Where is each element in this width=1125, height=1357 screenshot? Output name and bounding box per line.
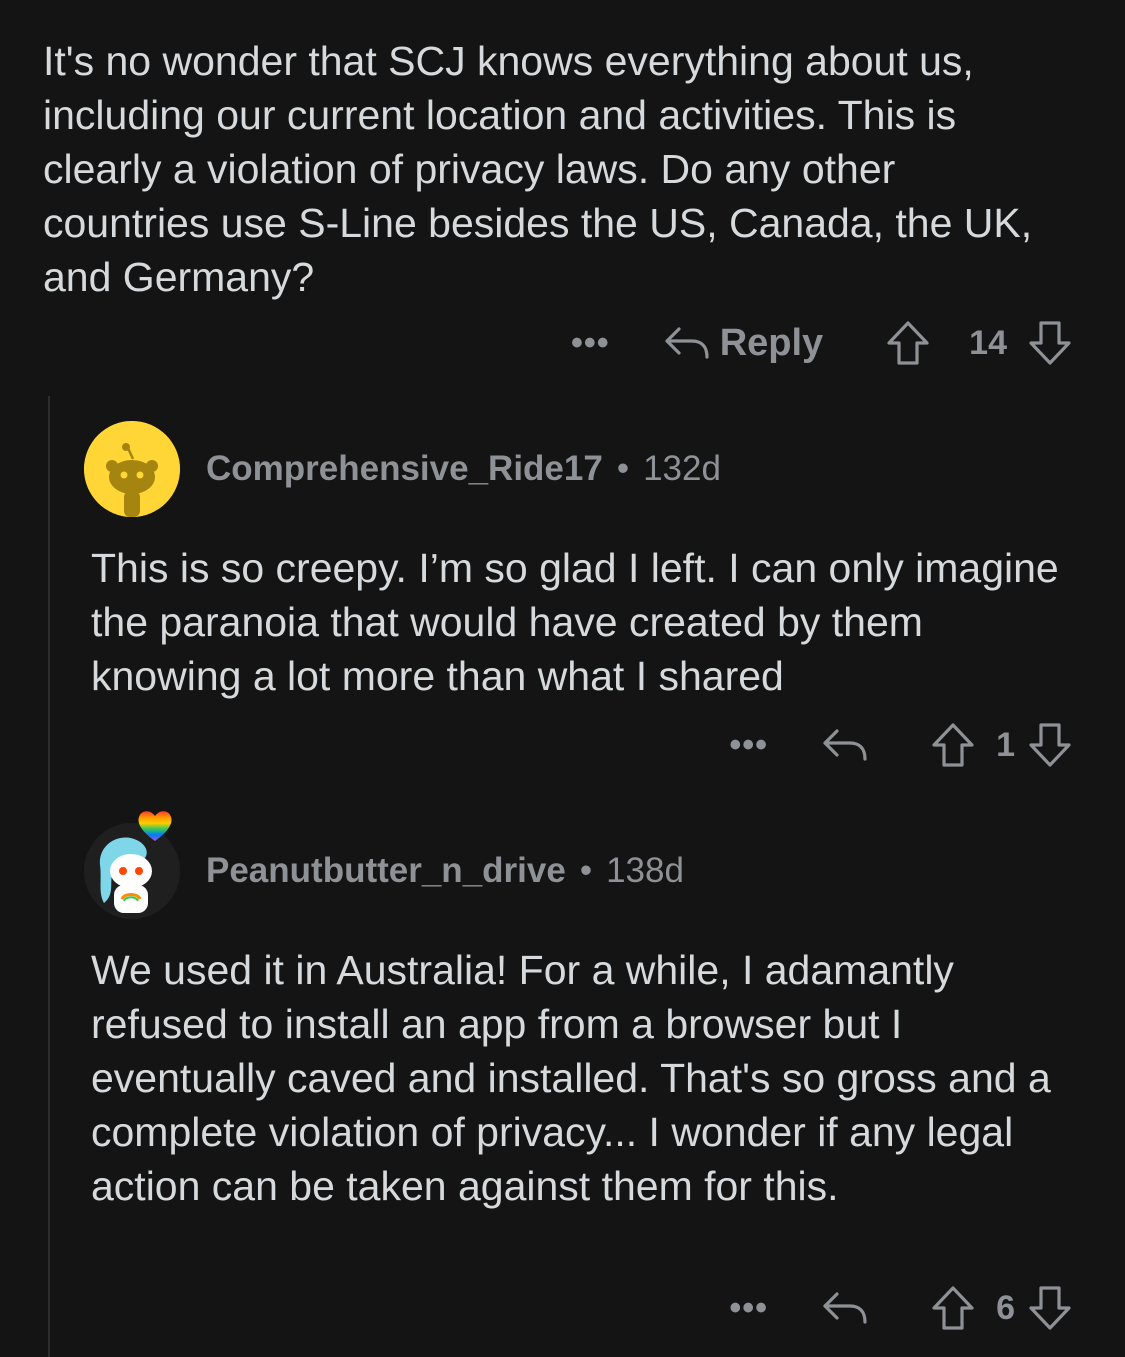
rainbow-heart-icon [138,811,172,841]
separator-dot: • [616,449,630,488]
reply-button[interactable]: Reply [664,322,823,365]
downvote-arrow-icon[interactable] [1027,721,1073,769]
upvote-arrow-icon[interactable] [930,721,976,769]
comment-body: This is so creepy. I’m so glad I left. I… [91,545,1059,699]
reply-arrow-icon[interactable] [822,1288,868,1328]
username[interactable]: Peanutbutter_n_drive [206,851,566,891]
comment-age: 138d [606,851,684,890]
reply-arrow-icon [665,327,709,359]
reply-label: Reply [719,321,824,364]
score: 6 [996,1288,1015,1327]
comment-body: We used it in Australia! For a while, I … [91,947,1051,1209]
upvote-arrow-icon[interactable] [885,319,931,367]
avatar[interactable] [84,811,180,919]
avatar[interactable] [84,421,180,517]
more-options-button[interactable]: ••• [729,1291,768,1325]
comment-age: 132d [643,449,721,488]
username[interactable]: Comprehensive_Ride17 [206,449,603,489]
thread-indent-line[interactable] [48,396,50,1357]
reply-arrow-icon[interactable] [822,725,868,765]
comment-actions: ••• 6 [729,1280,1073,1336]
more-options-button[interactable]: ••• [729,728,768,762]
score: 14 [969,323,1007,362]
score: 1 [996,725,1015,764]
parent-comment-actions: ••• Reply 14 [571,315,1073,371]
snoo-avatar-icon [84,421,180,517]
comment-actions: ••• 1 [729,717,1073,773]
separator-dot: • [579,851,593,890]
comment-header: Peanutbutter_n_drive • 138d [84,811,684,919]
upvote-arrow-icon[interactable] [930,1284,976,1332]
more-options-button[interactable]: ••• [571,326,610,360]
parent-comment-body: It's no wonder that SCJ knows everything… [43,38,1033,300]
comment-header: Comprehensive_Ride17 • 132d [84,421,721,517]
downvote-arrow-icon[interactable] [1027,319,1073,367]
downvote-arrow-icon[interactable] [1027,1284,1073,1332]
